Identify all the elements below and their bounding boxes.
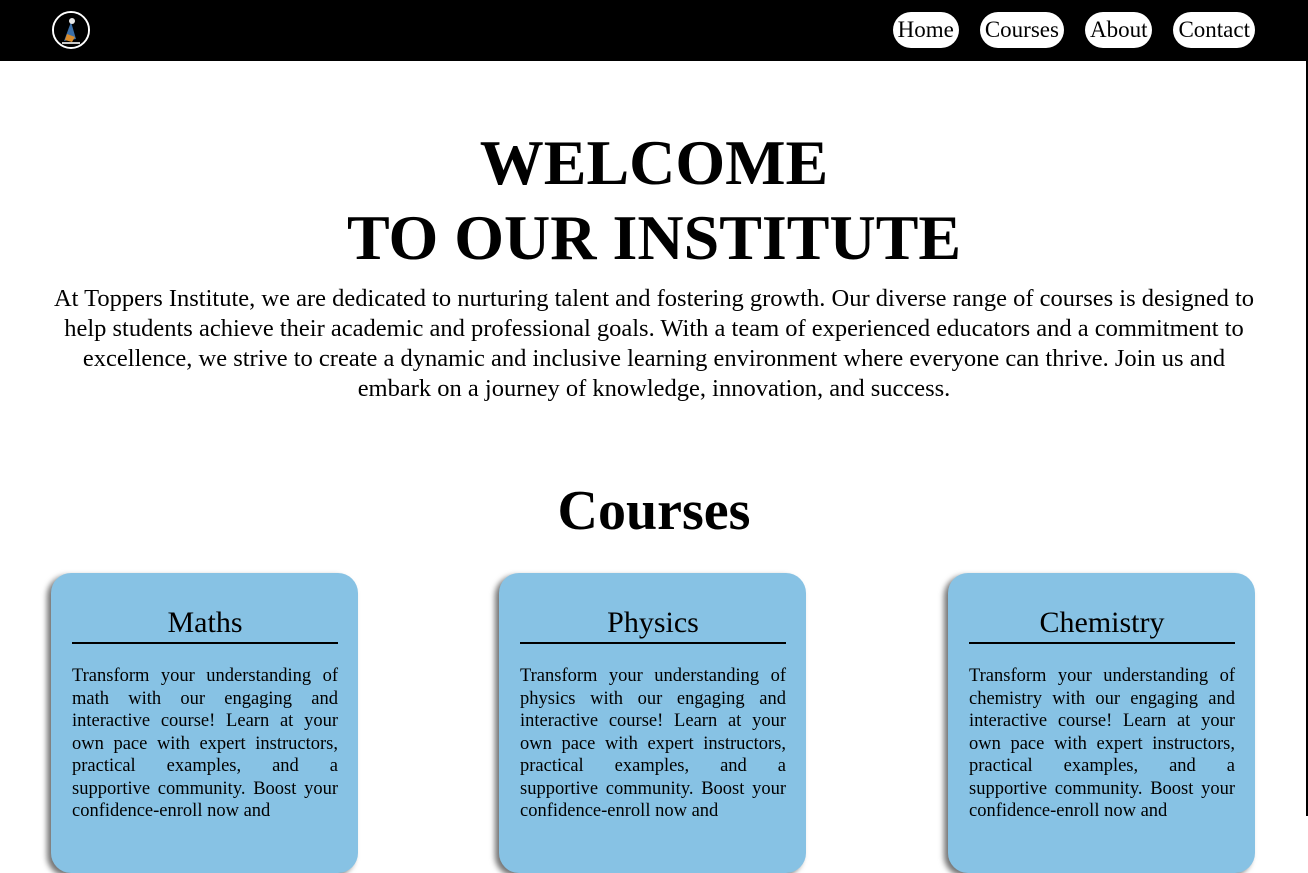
course-card-title: Maths (72, 606, 338, 644)
nav-links: Home Courses About Contact (892, 12, 1255, 48)
course-card-description: Transform your understanding of physics … (520, 666, 786, 821)
course-card-title: Chemistry (969, 606, 1235, 644)
nav-home-link[interactable]: Home (892, 12, 959, 48)
course-card-title: Physics (520, 606, 786, 644)
courses-heading: Courses (557, 480, 751, 542)
course-card-maths[interactable]: Maths Transform your understanding of ma… (51, 573, 358, 873)
course-card-description: Transform your understanding of chemistr… (969, 666, 1235, 821)
course-card-chemistry[interactable]: Chemistry Transform your understanding o… (948, 573, 1255, 873)
nav-contact-link[interactable]: Contact (1173, 12, 1255, 48)
hero-title-line1: WELCOME (479, 127, 829, 198)
course-card-description: Transform your understanding of math wit… (72, 666, 338, 821)
hero-title-line2: TO OUR INSTITUTE (346, 202, 962, 273)
nav-courses-link[interactable]: Courses (979, 12, 1064, 48)
hero-title: WELCOME TO OUR INSTITUTE (0, 125, 1308, 275)
graduate-logo-icon[interactable] (52, 11, 90, 49)
course-card-physics[interactable]: Physics Transform your understanding of … (499, 573, 806, 873)
hero-description: At Toppers Institute, we are dedicated t… (53, 285, 1255, 402)
nav-about-link[interactable]: About (1084, 12, 1153, 48)
navbar: Home Courses About Contact (0, 0, 1308, 61)
